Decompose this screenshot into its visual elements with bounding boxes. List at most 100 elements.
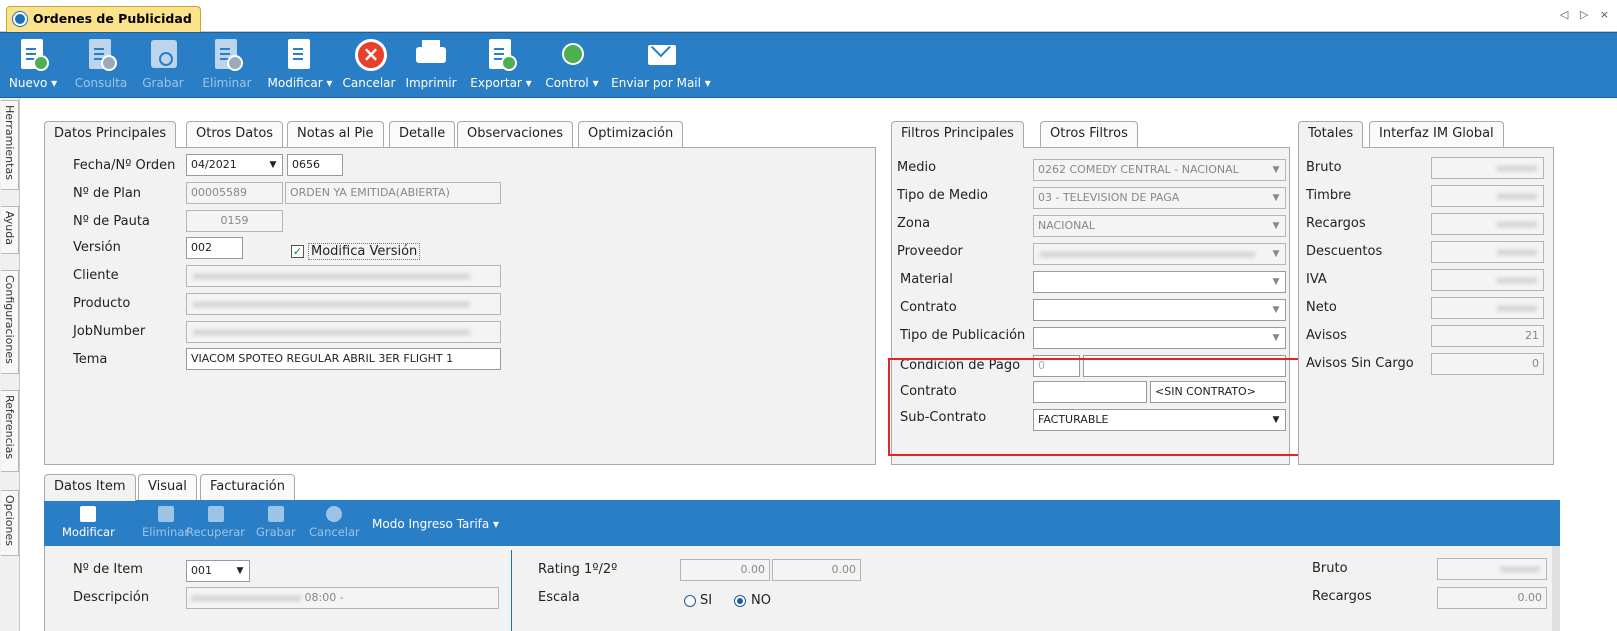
zona-select[interactable]: NACIONAL ▼ bbox=[1033, 215, 1286, 237]
nro-orden-input[interactable]: 0656 bbox=[287, 154, 343, 176]
tab-ordenes-de-publicidad[interactable]: Ordenes de Publicidad bbox=[6, 6, 201, 32]
contrato-label: Contrato bbox=[900, 300, 957, 315]
restore-doc-icon bbox=[207, 506, 224, 522]
nro-item-select[interactable]: 001 ▼ bbox=[186, 560, 250, 582]
eliminar-button[interactable]: Eliminar bbox=[198, 35, 256, 97]
tab-totales[interactable]: Totales bbox=[1298, 121, 1364, 148]
chevron-down-icon: ▼ bbox=[1272, 221, 1280, 231]
side-tab-referencias[interactable]: Referencias bbox=[1, 390, 19, 472]
descuentos-value bbox=[1431, 241, 1544, 263]
recargos-label: Recargos bbox=[1306, 216, 1366, 231]
plan-input[interactable]: 00005589 bbox=[186, 182, 283, 204]
item-modificar-button[interactable]: Modificar bbox=[62, 506, 115, 539]
avisos-value: 21 bbox=[1431, 325, 1544, 347]
exportar-button[interactable]: Exportar ▾ bbox=[466, 35, 536, 97]
tipo-publicacion-select[interactable]: ▼ bbox=[1033, 327, 1286, 349]
delete-doc-icon bbox=[209, 37, 245, 73]
tab-nav-arrows[interactable]: ◁ ▷ × bbox=[1560, 8, 1613, 21]
escala-si-radio[interactable] bbox=[684, 595, 696, 607]
modo-ingreso-tarifa-menu[interactable]: Modo Ingreso Tarifa ▾ bbox=[372, 517, 499, 531]
tab-optimizacion[interactable]: Optimización bbox=[578, 121, 684, 147]
grabar-button[interactable]: Grabar bbox=[138, 35, 188, 97]
tab-title: Ordenes de Publicidad bbox=[33, 11, 192, 26]
item-bruto-label: Bruto bbox=[1312, 561, 1348, 576]
tab-detalle[interactable]: Detalle bbox=[389, 121, 456, 147]
side-panel-strip: Herramientas Ayuda Configuraciones Refer… bbox=[0, 98, 20, 631]
side-tab-herramientas[interactable]: Herramientas bbox=[1, 100, 19, 190]
imprimir-button[interactable]: Imprimir bbox=[403, 35, 459, 97]
control-icon bbox=[554, 37, 590, 73]
new-doc-icon bbox=[15, 37, 51, 73]
avisos-label: Avisos bbox=[1306, 328, 1347, 343]
tab-notas-al-pie[interactable]: Notas al Pie bbox=[287, 121, 384, 147]
side-tab-opciones[interactable]: Opciones bbox=[1, 490, 19, 556]
side-tab-configuraciones[interactable]: Configuraciones bbox=[1, 270, 19, 374]
jobnumber-label: JobNumber bbox=[73, 324, 146, 339]
enviar-mail-button[interactable]: Enviar por Mail ▾ bbox=[610, 35, 712, 97]
control-button[interactable]: Control ▾ bbox=[542, 35, 602, 97]
item-eliminar-button[interactable]: Eliminar bbox=[142, 506, 189, 539]
contrato-select[interactable]: ▼ bbox=[1033, 299, 1286, 321]
bruto-label: Bruto bbox=[1306, 160, 1342, 175]
item-bruto-value bbox=[1437, 558, 1547, 580]
neto-label: Neto bbox=[1306, 300, 1337, 315]
tipo-medio-select[interactable]: 03 - TELEVISION DE PAGA ▼ bbox=[1033, 187, 1286, 209]
iva-value bbox=[1431, 269, 1544, 291]
tab-interfaz-im-global[interactable]: Interfaz IM Global bbox=[1369, 121, 1504, 147]
tab-filtros-principales[interactable]: Filtros Principales bbox=[891, 121, 1024, 148]
avisos-sin-cargo-label: Avisos Sin Cargo bbox=[1306, 356, 1414, 371]
tab-datos-item[interactable]: Datos Item bbox=[44, 474, 136, 501]
tab-otros-filtros[interactable]: Otros Filtros bbox=[1040, 121, 1138, 147]
fecha-orden-label: Fecha/Nº Orden bbox=[73, 158, 176, 173]
nuevo-button[interactable]: Nuevo ▾ bbox=[2, 35, 64, 97]
tab-facturacion[interactable]: Facturación bbox=[200, 474, 295, 500]
proveedor-select[interactable]: ▼ bbox=[1033, 243, 1286, 265]
item-cancelar-button[interactable]: Cancelar bbox=[309, 506, 360, 539]
tab-observaciones[interactable]: Observaciones bbox=[457, 121, 573, 147]
tipo-publicacion-label: Tipo de Publicación bbox=[900, 328, 1026, 343]
jobnumber-field[interactable] bbox=[186, 321, 501, 343]
rating-1-field[interactable]: 0.00 bbox=[680, 559, 770, 581]
tab-visual[interactable]: Visual bbox=[138, 474, 197, 500]
fecha-select[interactable]: 04/2021 ▼ bbox=[186, 154, 283, 176]
side-tab-ayuda[interactable]: Ayuda bbox=[1, 206, 19, 254]
export-doc-icon bbox=[483, 37, 519, 73]
producto-label: Producto bbox=[73, 296, 131, 311]
iva-label: IVA bbox=[1306, 272, 1327, 287]
edit-doc-icon bbox=[80, 506, 97, 522]
item-recargos-value: 0.00 bbox=[1437, 587, 1547, 609]
tab-otros-datos[interactable]: Otros Datos bbox=[186, 121, 284, 147]
timbre-value bbox=[1431, 185, 1544, 207]
neto-value bbox=[1431, 297, 1544, 319]
material-select[interactable]: ▼ bbox=[1033, 271, 1286, 293]
tab-datos-principales[interactable]: Datos Principales bbox=[44, 121, 177, 148]
nro-item-label: Nº de Item bbox=[73, 562, 143, 577]
chevron-down-icon: ▼ bbox=[1272, 305, 1280, 315]
rating-2-field[interactable]: 0.00 bbox=[772, 559, 861, 581]
escala-no-radio[interactable] bbox=[734, 595, 746, 607]
producto-field[interactable] bbox=[186, 293, 501, 315]
descripcion-field[interactable]: 08:00 - bbox=[186, 587, 499, 609]
chevron-down-icon: ▼ bbox=[1272, 249, 1280, 259]
pauta-label: Nº de Pauta bbox=[73, 214, 150, 229]
chevron-down-icon: ▼ bbox=[236, 566, 244, 576]
modifica-version-checkbox[interactable]: ✓ bbox=[291, 245, 304, 258]
ribbon-toolbar: Nuevo ▾ Consulta Grabar Eliminar Modific… bbox=[0, 32, 1617, 98]
medio-select[interactable]: 0262 COMEDY CENTRAL - NACIONAL ▼ bbox=[1033, 159, 1286, 181]
modificar-button[interactable]: Modificar ▾ bbox=[263, 35, 337, 97]
item-recuperar-button[interactable]: Recuperar bbox=[186, 506, 245, 539]
pauta-input[interactable]: 0159 bbox=[186, 210, 283, 232]
scrollbar[interactable] bbox=[1552, 546, 1560, 631]
app-logo-icon bbox=[13, 12, 27, 26]
material-label: Material bbox=[900, 272, 953, 287]
cliente-field[interactable] bbox=[186, 265, 501, 287]
chevron-down-icon: ▼ bbox=[1272, 277, 1280, 287]
medio-label: Medio bbox=[897, 160, 937, 175]
plan-status-field: ORDEN YA EMITIDA(ABIERTA) bbox=[285, 182, 501, 204]
cancelar-button[interactable]: × Cancelar bbox=[340, 35, 398, 97]
version-input[interactable]: 002 bbox=[186, 237, 243, 259]
query-doc-icon bbox=[83, 37, 119, 73]
consulta-button[interactable]: Consulta bbox=[72, 35, 130, 97]
tema-input[interactable]: VIACOM SPOTEO REGULAR ABRIL 3ER FLIGHT 1 bbox=[186, 348, 501, 370]
item-grabar-button[interactable]: Grabar bbox=[256, 506, 296, 539]
